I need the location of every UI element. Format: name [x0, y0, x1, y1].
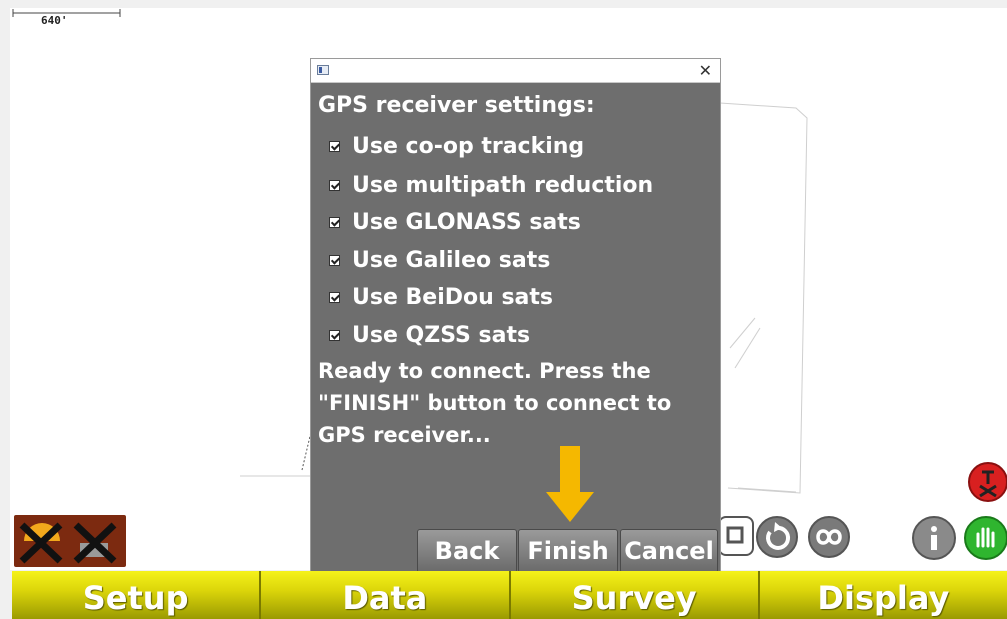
checkbox-checked-icon[interactable]: [329, 140, 340, 152]
option-coop-tracking[interactable]: Use co-op tracking: [329, 131, 584, 161]
checkbox-checked-icon[interactable]: [329, 216, 340, 228]
option-beidou[interactable]: Use BeiDou sats: [329, 282, 553, 312]
option-label: Use BeiDou sats: [352, 284, 554, 310]
rectangle-select-icon[interactable]: [718, 516, 754, 556]
gps-disconnected-icon: [19, 522, 117, 564]
checkbox-checked-icon[interactable]: [329, 291, 340, 303]
tab-display[interactable]: Display: [759, 571, 1007, 619]
finish-button[interactable]: Finish: [518, 529, 618, 573]
infinity-icon[interactable]: [808, 516, 850, 558]
checkbox-checked-icon[interactable]: [329, 329, 340, 341]
option-label: Use Galileo sats: [352, 247, 551, 273]
bottom-nav: Setup Data Survey Display: [12, 571, 1007, 619]
option-label: Use multipath reduction: [352, 172, 654, 198]
rotate-icon[interactable]: [756, 516, 798, 558]
back-button[interactable]: Back: [417, 529, 517, 573]
option-glonass[interactable]: Use GLONASS sats: [329, 207, 581, 237]
option-label: Use co-op tracking: [352, 133, 585, 159]
disconnect-icon[interactable]: [968, 462, 1007, 502]
gps-status-indicator[interactable]: [14, 515, 126, 567]
hand-pan-icon[interactable]: [964, 516, 1007, 560]
checkbox-checked-icon[interactable]: [329, 179, 340, 191]
gps-settings-dialog: ✕ GPS receiver settings: Use co-op track…: [310, 58, 721, 572]
checkbox-checked-icon[interactable]: [329, 254, 340, 266]
dialog-heading: GPS receiver settings:: [318, 93, 595, 118]
dialog-titlebar[interactable]: ✕: [311, 59, 720, 83]
option-label: Use QZSS sats: [352, 322, 531, 348]
scale-label: 640': [41, 14, 68, 27]
option-galileo[interactable]: Use Galileo sats: [329, 245, 550, 275]
tab-data[interactable]: Data: [261, 571, 511, 619]
info-icon[interactable]: [912, 516, 956, 560]
option-multipath-reduction[interactable]: Use multipath reduction: [329, 170, 653, 200]
option-qzss[interactable]: Use QZSS sats: [329, 320, 530, 350]
tab-survey[interactable]: Survey: [510, 571, 760, 619]
down-arrow-icon: [546, 446, 594, 522]
status-message: Ready to connect. Press the "FINISH" but…: [318, 359, 672, 447]
tab-setup[interactable]: Setup: [12, 571, 262, 619]
window-icon: [317, 65, 329, 75]
option-label: Use GLONASS sats: [352, 209, 581, 235]
cancel-button[interactable]: Cancel: [620, 529, 718, 573]
close-icon[interactable]: ✕: [699, 61, 712, 81]
